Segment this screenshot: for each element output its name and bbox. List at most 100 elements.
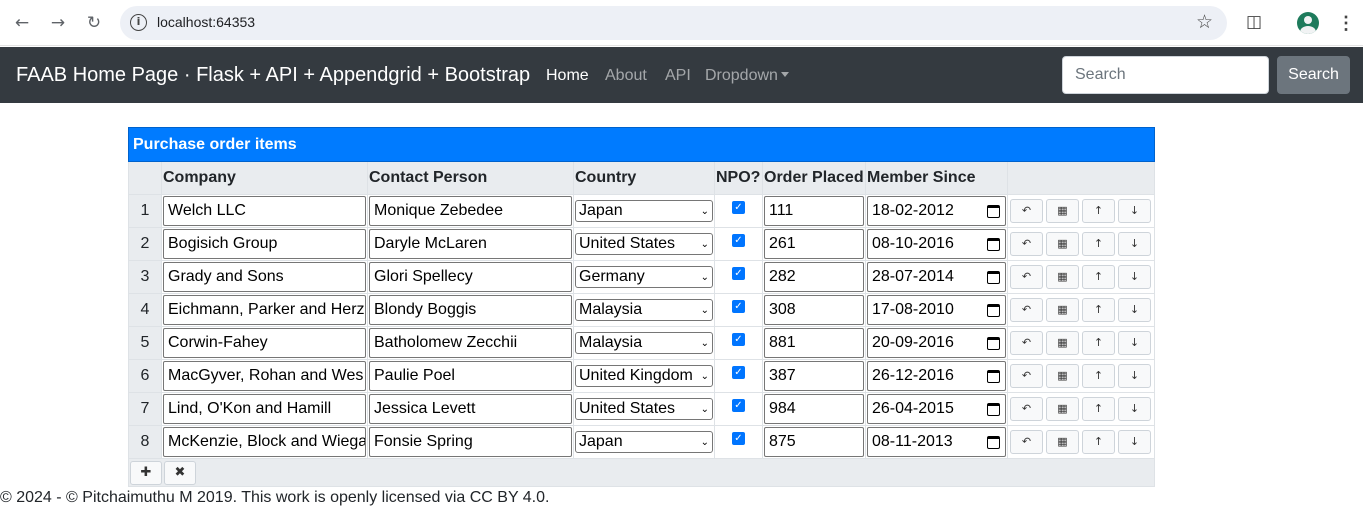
insert-row-button[interactable]: ↶ [1010, 298, 1043, 322]
npo-checkbox[interactable]: ✓ [732, 201, 745, 215]
contact-input[interactable]: Glori Spellecy [369, 262, 572, 292]
move-down-button[interactable]: ↓ [1118, 430, 1151, 454]
contact-input[interactable]: Blondy Boggis [369, 295, 572, 325]
country-select[interactable]: United States ⌄ [575, 233, 713, 255]
move-up-button[interactable]: ↑ [1082, 331, 1115, 355]
calendar-icon[interactable] [987, 237, 1000, 251]
calendar-icon[interactable] [987, 435, 1000, 449]
search-button[interactable]: Search [1277, 56, 1350, 94]
order-input[interactable]: 308 [764, 295, 864, 325]
calendar-icon[interactable] [987, 303, 1000, 317]
contact-input[interactable]: Monique Zebedee [369, 196, 572, 226]
move-down-button[interactable]: ↓ [1118, 265, 1151, 289]
calendar-icon[interactable] [987, 402, 1000, 416]
reload-icon[interactable]: ↻ [83, 12, 105, 34]
back-icon[interactable]: ← [11, 12, 33, 34]
remove-last-row-button[interactable]: ✖ [164, 460, 196, 485]
insert-row-button[interactable]: ↶ [1010, 331, 1043, 355]
order-input[interactable]: 875 [764, 427, 864, 457]
contact-input[interactable]: Jessica Levett [369, 394, 572, 424]
move-up-button[interactable]: ↑ [1082, 397, 1115, 421]
contact-input[interactable]: Fonsie Spring [369, 427, 572, 457]
move-down-button[interactable]: ↓ [1118, 298, 1151, 322]
since-date-input[interactable]: 20-09-2016 [867, 328, 1006, 358]
profile-avatar-icon[interactable] [1297, 12, 1319, 34]
since-date-input[interactable]: 26-12-2016 [867, 361, 1006, 391]
contact-input[interactable]: Daryle McLaren [369, 229, 572, 259]
order-input[interactable]: 881 [764, 328, 864, 358]
remove-row-button[interactable]: ▦ [1046, 331, 1079, 355]
country-select[interactable]: United Kingdom ⌄ [575, 365, 713, 387]
nav-dropdown[interactable]: Dropdown [705, 67, 789, 85]
move-up-button[interactable]: ↑ [1082, 430, 1115, 454]
url-text[interactable]: localhost:64353 [157, 14, 255, 30]
move-up-button[interactable]: ↑ [1082, 265, 1115, 289]
remove-row-button[interactable]: ▦ [1046, 298, 1079, 322]
company-input[interactable]: Welch LLC [163, 196, 366, 226]
move-down-button[interactable]: ↓ [1118, 397, 1151, 421]
move-down-button[interactable]: ↓ [1118, 331, 1151, 355]
since-date-input[interactable]: 18-02-2012 [867, 196, 1006, 226]
insert-row-button[interactable]: ↶ [1010, 430, 1043, 454]
npo-checkbox[interactable]: ✓ [732, 267, 745, 281]
insert-row-button[interactable]: ↶ [1010, 397, 1043, 421]
npo-checkbox[interactable]: ✓ [732, 333, 745, 347]
bookmark-star-icon[interactable]: ☆ [1196, 11, 1213, 33]
move-up-button[interactable]: ↑ [1082, 364, 1115, 388]
calendar-icon[interactable] [987, 204, 1000, 218]
company-input[interactable]: Grady and Sons [163, 262, 366, 292]
insert-row-button[interactable]: ↶ [1010, 232, 1043, 256]
calendar-icon[interactable] [987, 369, 1000, 383]
order-input[interactable]: 387 [764, 361, 864, 391]
forward-icon[interactable]: → [47, 12, 69, 34]
remove-row-button[interactable]: ▦ [1046, 199, 1079, 223]
nav-link-about[interactable]: About [605, 67, 647, 85]
insert-row-button[interactable]: ↶ [1010, 364, 1043, 388]
move-up-button[interactable]: ↑ [1082, 232, 1115, 256]
country-select[interactable]: United States ⌄ [575, 398, 713, 420]
company-input[interactable]: Eichmann, Parker and Herz [163, 295, 366, 325]
company-input[interactable]: MacGyver, Rohan and Wes [163, 361, 366, 391]
navbar-brand[interactable]: FAAB Home Page · Flask + API + Appendgri… [16, 64, 530, 87]
calendar-icon[interactable] [987, 270, 1000, 284]
company-input[interactable]: Bogisich Group [163, 229, 366, 259]
npo-checkbox[interactable]: ✓ [732, 366, 745, 380]
country-select[interactable]: Malaysia ⌄ [575, 299, 713, 321]
move-up-button[interactable]: ↑ [1082, 298, 1115, 322]
browser-menu-icon[interactable]: ⋮ [1337, 12, 1355, 34]
remove-row-button[interactable]: ▦ [1046, 265, 1079, 289]
country-select[interactable]: Germany ⌄ [575, 266, 713, 288]
search-input[interactable] [1062, 56, 1269, 94]
country-select[interactable]: Japan ⌄ [575, 200, 713, 222]
append-row-button[interactable]: ✚ [130, 460, 162, 485]
remove-row-button[interactable]: ▦ [1046, 232, 1079, 256]
move-down-button[interactable]: ↓ [1118, 364, 1151, 388]
insert-row-button[interactable]: ↶ [1010, 265, 1043, 289]
company-input[interactable]: Corwin-Fahey [163, 328, 366, 358]
since-date-input[interactable]: 08-10-2016 [867, 229, 1006, 259]
order-input[interactable]: 282 [764, 262, 864, 292]
since-date-input[interactable]: 08-11-2013 [867, 427, 1006, 457]
company-input[interactable]: Lind, O'Kon and Hamill [163, 394, 366, 424]
order-input[interactable]: 261 [764, 229, 864, 259]
move-down-button[interactable]: ↓ [1118, 199, 1151, 223]
nav-link-home[interactable]: Home [546, 67, 589, 85]
contact-input[interactable]: Batholomew Zecchii [369, 328, 572, 358]
since-date-input[interactable]: 17-08-2010 [867, 295, 1006, 325]
npo-checkbox[interactable]: ✓ [732, 300, 745, 314]
country-select[interactable]: Malaysia ⌄ [575, 332, 713, 354]
npo-checkbox[interactable]: ✓ [732, 234, 745, 248]
since-date-input[interactable]: 28-07-2014 [867, 262, 1006, 292]
address-bar[interactable]: i localhost:64353 ☆ [120, 6, 1227, 40]
move-up-button[interactable]: ↑ [1082, 199, 1115, 223]
calendar-icon[interactable] [987, 336, 1000, 350]
nav-link-api[interactable]: API [665, 67, 691, 85]
company-input[interactable]: McKenzie, Block and Wiega [163, 427, 366, 457]
insert-row-button[interactable]: ↶ [1010, 199, 1043, 223]
remove-row-button[interactable]: ▦ [1046, 364, 1079, 388]
move-down-button[interactable]: ↓ [1118, 232, 1151, 256]
country-select[interactable]: Japan ⌄ [575, 431, 713, 453]
site-info-icon[interactable]: i [130, 14, 147, 31]
remove-row-button[interactable]: ▦ [1046, 430, 1079, 454]
since-date-input[interactable]: 26-04-2015 [867, 394, 1006, 424]
